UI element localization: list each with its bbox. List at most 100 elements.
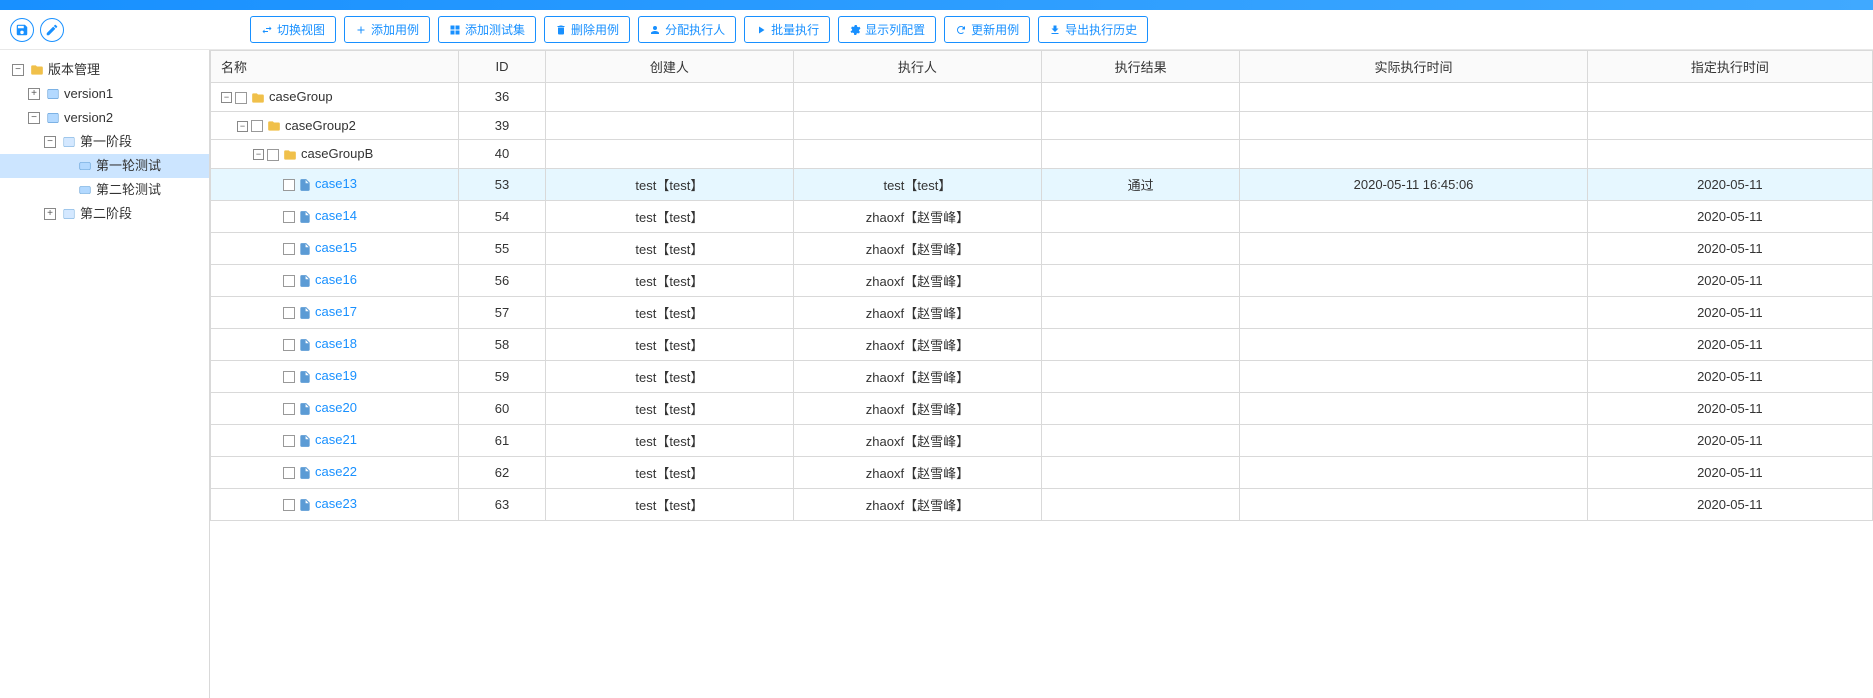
row-checkbox[interactable] bbox=[267, 149, 279, 161]
cell-name[interactable]: ·case16 bbox=[211, 264, 459, 296]
table-row[interactable]: −caseGroup36 bbox=[211, 83, 1873, 112]
cell-name[interactable]: −caseGroup2 bbox=[211, 111, 459, 140]
row-name-text[interactable]: case23 bbox=[315, 496, 357, 511]
row-name-text[interactable]: case18 bbox=[315, 336, 357, 351]
th-result[interactable]: 执行结果 bbox=[1041, 51, 1239, 83]
table-row[interactable]: ·case1656test【test】zhaoxf【赵雪峰】2020-05-11 bbox=[211, 264, 1873, 296]
cell-name[interactable]: ·case18 bbox=[211, 328, 459, 360]
collapse-icon[interactable]: − bbox=[221, 92, 232, 103]
table-body: −caseGroup36−caseGroup239−caseGroupB40·c… bbox=[211, 83, 1873, 521]
update-case-label: 更新用例 bbox=[971, 21, 1019, 38]
row-checkbox[interactable] bbox=[283, 435, 295, 447]
row-checkbox[interactable] bbox=[283, 467, 295, 479]
th-creator[interactable]: 创建人 bbox=[545, 51, 793, 83]
assign-executor-button[interactable]: 分配执行人 bbox=[638, 16, 736, 43]
switch-view-button[interactable]: 切换视图 bbox=[250, 16, 336, 43]
cell-name[interactable]: ·case21 bbox=[211, 424, 459, 456]
cell-name[interactable]: ·case15 bbox=[211, 232, 459, 264]
row-name-text[interactable]: case14 bbox=[315, 208, 357, 223]
gear-icon bbox=[849, 24, 861, 36]
export-history-button[interactable]: 导出执行历史 bbox=[1038, 16, 1148, 43]
save-icon-button[interactable] bbox=[10, 18, 34, 42]
row-name-text[interactable]: case20 bbox=[315, 400, 357, 415]
tree-phase1[interactable]: − 第一阶段 bbox=[0, 130, 209, 154]
row-checkbox[interactable] bbox=[235, 92, 247, 104]
collapse-icon[interactable]: − bbox=[237, 121, 248, 132]
tree-round2[interactable]: · 第二轮测试 bbox=[0, 178, 209, 202]
update-case-button[interactable]: 更新用例 bbox=[944, 16, 1030, 43]
cell-executor bbox=[793, 83, 1041, 112]
cell-name[interactable]: ·case13 bbox=[211, 168, 459, 200]
row-checkbox[interactable] bbox=[251, 120, 263, 132]
collapse-icon[interactable]: − bbox=[44, 136, 56, 148]
row-checkbox[interactable] bbox=[283, 339, 295, 351]
table-row[interactable]: ·case1757test【test】zhaoxf【赵雪峰】2020-05-11 bbox=[211, 296, 1873, 328]
tree-phase2[interactable]: + 第二阶段 bbox=[0, 202, 209, 226]
row-name-text[interactable]: case21 bbox=[315, 432, 357, 447]
row-checkbox[interactable] bbox=[283, 403, 295, 415]
plus-icon bbox=[355, 24, 367, 36]
play-icon bbox=[755, 24, 767, 36]
batch-exec-button[interactable]: 批量执行 bbox=[744, 16, 830, 43]
cell-executor: zhaoxf【赵雪峰】 bbox=[793, 264, 1041, 296]
table-row[interactable]: ·case2161test【test】zhaoxf【赵雪峰】2020-05-11 bbox=[211, 424, 1873, 456]
row-checkbox[interactable] bbox=[283, 275, 295, 287]
row-checkbox[interactable] bbox=[283, 371, 295, 383]
row-name-text[interactable]: case13 bbox=[315, 176, 357, 191]
folder-icon bbox=[250, 91, 266, 105]
tree-round1[interactable]: · 第一轮测试 bbox=[0, 154, 209, 178]
row-name-text: caseGroupB bbox=[301, 146, 373, 161]
expand-icon[interactable]: + bbox=[44, 208, 56, 220]
th-actual-time[interactable]: 实际执行时间 bbox=[1240, 51, 1587, 83]
column-config-button[interactable]: 显示列配置 bbox=[838, 16, 936, 43]
row-name-text[interactable]: case19 bbox=[315, 368, 357, 383]
row-checkbox[interactable] bbox=[283, 179, 295, 191]
table-row[interactable]: −caseGroup239 bbox=[211, 111, 1873, 140]
th-id[interactable]: ID bbox=[459, 51, 546, 83]
row-name-text[interactable]: case15 bbox=[315, 240, 357, 255]
cell-name[interactable]: ·case23 bbox=[211, 488, 459, 520]
cell-creator: test【test】 bbox=[545, 264, 793, 296]
cell-result bbox=[1041, 360, 1239, 392]
cell-actual-time bbox=[1240, 456, 1587, 488]
cell-name[interactable]: −caseGroup bbox=[211, 83, 459, 112]
cell-name[interactable]: − caseGroupB bbox=[211, 140, 459, 169]
th-name[interactable]: 名称 bbox=[211, 51, 459, 83]
table-row[interactable]: ·case2262test【test】zhaoxf【赵雪峰】2020-05-11 bbox=[211, 456, 1873, 488]
add-case-button[interactable]: 添加用例 bbox=[344, 16, 430, 43]
row-name-text[interactable]: case22 bbox=[315, 464, 357, 479]
row-checkbox[interactable] bbox=[283, 499, 295, 511]
tree-version1[interactable]: + version1 bbox=[0, 82, 209, 106]
add-testset-button[interactable]: 添加测试集 bbox=[438, 16, 536, 43]
cell-name[interactable]: ·case20 bbox=[211, 392, 459, 424]
tree-version2[interactable]: − version2 bbox=[0, 106, 209, 130]
row-checkbox[interactable] bbox=[283, 243, 295, 255]
cell-name[interactable]: ·case17 bbox=[211, 296, 459, 328]
table-row[interactable]: ·case2363test【test】zhaoxf【赵雪峰】2020-05-11 bbox=[211, 488, 1873, 520]
row-name-text[interactable]: case16 bbox=[315, 272, 357, 287]
cell-name[interactable]: ·case14 bbox=[211, 200, 459, 232]
row-checkbox[interactable] bbox=[283, 211, 295, 223]
table-row[interactable]: ·case1353test【test】test【test】通过2020-05-1… bbox=[211, 168, 1873, 200]
expand-icon[interactable]: + bbox=[28, 88, 40, 100]
collapse-icon[interactable]: − bbox=[253, 149, 264, 160]
row-checkbox[interactable] bbox=[283, 307, 295, 319]
table-row[interactable]: ·case1959test【test】zhaoxf【赵雪峰】2020-05-11 bbox=[211, 360, 1873, 392]
th-assign-time[interactable]: 指定执行时间 bbox=[1587, 51, 1872, 83]
table-row[interactable]: ·case2060test【test】zhaoxf【赵雪峰】2020-05-11 bbox=[211, 392, 1873, 424]
delete-case-button[interactable]: 删除用例 bbox=[544, 16, 630, 43]
cell-creator bbox=[545, 111, 793, 140]
th-executor[interactable]: 执行人 bbox=[793, 51, 1041, 83]
tree-root[interactable]: − 版本管理 bbox=[0, 58, 209, 82]
table-row[interactable]: ·case1454test【test】zhaoxf【赵雪峰】2020-05-11 bbox=[211, 200, 1873, 232]
cell-name[interactable]: ·case22 bbox=[211, 456, 459, 488]
cell-name[interactable]: ·case19 bbox=[211, 360, 459, 392]
export-history-label: 导出执行历史 bbox=[1065, 21, 1137, 38]
collapse-icon[interactable]: − bbox=[28, 112, 40, 124]
table-row[interactable]: ·case1555test【test】zhaoxf【赵雪峰】2020-05-11 bbox=[211, 232, 1873, 264]
edit-icon-button[interactable] bbox=[40, 18, 64, 42]
table-row[interactable]: ·case1858test【test】zhaoxf【赵雪峰】2020-05-11 bbox=[211, 328, 1873, 360]
table-row[interactable]: −caseGroupB40 bbox=[211, 140, 1873, 169]
row-name-text[interactable]: case17 bbox=[315, 304, 357, 319]
collapse-icon[interactable]: − bbox=[12, 64, 24, 76]
